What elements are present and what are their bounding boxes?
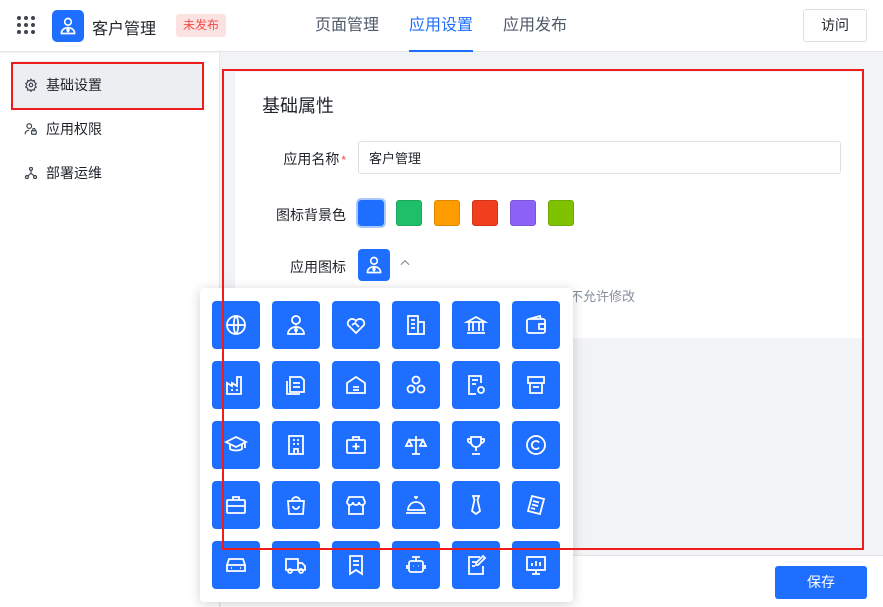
app-name: 客户管理 — [92, 21, 157, 38]
truck-icon[interactable] — [272, 541, 320, 589]
sidebar-item-label: 应用权限 — [46, 121, 102, 137]
user-lock-icon — [24, 123, 37, 135]
graduation-cap-icon[interactable] — [212, 421, 260, 469]
app-grid-icon[interactable] — [17, 16, 35, 34]
icon-bg-color-label: 图标背景色 — [276, 207, 346, 223]
main-tabs: 页面管理 应用设置 应用发布 — [315, 0, 597, 52]
app-logo-icon — [52, 10, 84, 42]
hint-text: 不允许修改 — [570, 289, 636, 304]
sidebar-item-deploy-ops[interactable]: 部署运维 — [12, 149, 202, 197]
current-app-icon[interactable] — [358, 249, 390, 281]
edit-doc-icon[interactable] — [452, 541, 500, 589]
color-swatch-orange[interactable] — [434, 200, 460, 226]
shopping-bag-icon[interactable] — [272, 481, 320, 529]
tab-app-publish[interactable]: 应用发布 — [503, 0, 567, 52]
robot-icon[interactable] — [392, 541, 440, 589]
network-nodes-icon — [24, 166, 38, 180]
app-name-input[interactable] — [358, 141, 841, 174]
required-mark: * — [341, 153, 346, 167]
necktie-icon[interactable] — [452, 481, 500, 529]
receipt-icon[interactable] — [512, 481, 560, 529]
save-button[interactable]: 保存 — [775, 566, 867, 599]
sidebar-item-basic-settings[interactable]: 基础设置 — [12, 61, 202, 109]
wallet-icon[interactable] — [512, 301, 560, 349]
copyright-icon[interactable] — [512, 421, 560, 469]
person-tie-icon[interactable] — [272, 301, 320, 349]
icon-picker-popup — [200, 288, 573, 602]
sidebar-item-label: 基础设置 — [46, 77, 102, 93]
bookmark-doc-icon[interactable] — [332, 541, 380, 589]
app-name-label: 应用名称 * — [283, 149, 346, 169]
chart-monitor-icon[interactable] — [512, 541, 560, 589]
color-swatch-lime[interactable] — [548, 200, 574, 226]
handshake-heart-icon[interactable] — [332, 301, 380, 349]
app-name-label-text: 应用名称 — [283, 151, 340, 167]
tab-app-settings[interactable]: 应用设置 — [409, 0, 474, 52]
globe-icon[interactable] — [212, 301, 260, 349]
three-circles-icon[interactable] — [392, 361, 440, 409]
gear-icon — [24, 78, 38, 92]
medical-kit-icon[interactable] — [332, 421, 380, 469]
sidebar-item-label: 部署运维 — [46, 165, 102, 181]
top-bar: 客户管理 未发布 页面管理 应用设置 应用发布 访问 — [0, 0, 883, 52]
service-bell-icon[interactable] — [392, 481, 440, 529]
color-swatch-blue[interactable] — [356, 198, 386, 228]
briefcase-icon[interactable] — [212, 481, 260, 529]
sidebar-item-app-permissions[interactable]: 应用权限 — [12, 105, 202, 153]
app-icon-label: 应用图标 — [290, 259, 346, 275]
chevron-up-icon[interactable] — [398, 256, 412, 270]
color-swatch-green[interactable] — [396, 200, 422, 226]
bank-icon[interactable] — [452, 301, 500, 349]
buildings-icon[interactable] — [392, 301, 440, 349]
status-badge: 未发布 — [176, 14, 227, 37]
color-swatch-purple[interactable] — [510, 200, 536, 226]
documents-icon[interactable] — [272, 361, 320, 409]
scales-icon[interactable] — [392, 421, 440, 469]
bg-color-swatches — [356, 198, 586, 228]
car-icon[interactable] — [212, 541, 260, 589]
warehouse-icon[interactable] — [332, 361, 380, 409]
tab-page-management[interactable]: 页面管理 — [315, 0, 379, 52]
factory-icon[interactable] — [212, 361, 260, 409]
section-title: 基础属性 — [262, 96, 334, 116]
cash-register-icon[interactable] — [512, 361, 560, 409]
sidebar: 基础设置 应用权限 部署运维 — [0, 53, 220, 607]
settings-doc-icon[interactable] — [452, 361, 500, 409]
store-icon[interactable] — [332, 481, 380, 529]
hospital-icon[interactable] — [272, 421, 320, 469]
visit-button[interactable]: 访问 — [803, 9, 867, 42]
color-swatch-red[interactable] — [472, 200, 498, 226]
trophy-icon[interactable] — [452, 421, 500, 469]
